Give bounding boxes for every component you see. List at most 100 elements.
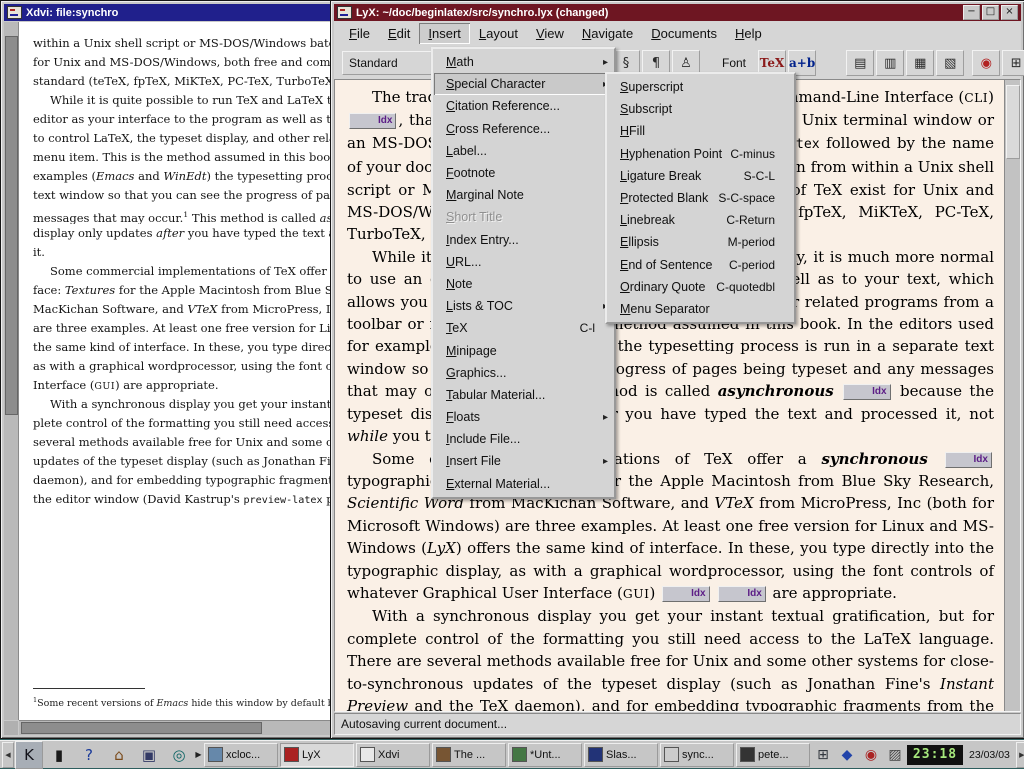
panel-hide-left-button[interactable]: ◀: [2, 742, 14, 768]
insert-menu-item-special-character[interactable]: Special Character▸: [434, 73, 613, 95]
text-segment: editor as your interface to the program …: [33, 112, 334, 126]
text-segment: text window so that you can see the prog…: [33, 188, 334, 202]
text-segment: the same kind of interface. In these, yo…: [33, 340, 334, 354]
task-button-pete[interactable]: pete...: [736, 743, 810, 767]
menubar-item-edit[interactable]: Edit: [379, 23, 419, 44]
special-char-item-superscript[interactable]: Superscript: [608, 76, 793, 98]
xdvi-window: Xdvi: file:synchro within a Unix shell s…: [0, 0, 335, 739]
insert-menu-item-index-entry[interactable]: Index Entry...: [434, 229, 613, 251]
menubar-item-navigate[interactable]: Navigate: [573, 23, 642, 44]
xdvi-horizontal-scrollbar[interactable]: [19, 720, 334, 735]
special-char-item-ordinary-quote[interactable]: Ordinary QuoteC-quotedbl: [608, 276, 793, 298]
minimize-button[interactable]: −: [963, 5, 980, 20]
kcontrol-icon[interactable]: ▣: [135, 741, 163, 769]
maximize-button[interactable]: □: [982, 5, 999, 20]
increase-depth-icon[interactable]: ▦: [906, 50, 934, 76]
special-char-item-protected-blank[interactable]: Protected BlankS-C-space: [608, 187, 793, 209]
insert-menu-item-citation-reference[interactable]: Citation Reference...: [434, 95, 613, 117]
special-char-item-menu-separator[interactable]: Menu Separator: [608, 298, 793, 320]
task-button-xdvi[interactable]: Xdvi: [356, 743, 430, 767]
home-icon[interactable]: ⌂: [105, 741, 133, 769]
menubar-item-documents[interactable]: Documents: [642, 23, 726, 44]
clock-date[interactable]: 23/03/03: [969, 749, 1010, 761]
document-scrollbar[interactable]: [1004, 80, 1020, 711]
document-scroll-thumb[interactable]: [1006, 85, 1020, 159]
decrease-depth-icon[interactable]: ▧: [936, 50, 964, 76]
task-button-sync[interactable]: sync...: [660, 743, 734, 767]
insert-menu-item-lists-toc[interactable]: Lists & TOC▸: [434, 295, 613, 317]
menubar-item-layout[interactable]: Layout: [470, 23, 527, 44]
panel-hide-right-button[interactable]: ▶: [1016, 742, 1024, 768]
insert-menu-item-floats[interactable]: Floats▸: [434, 406, 613, 428]
insert-menu-item-footnote[interactable]: Footnote: [434, 162, 613, 184]
menu-item-label: Include File...: [446, 432, 520, 446]
insert-menu-item-tabular-material[interactable]: Tabular Material...: [434, 384, 613, 406]
menubar-item-view[interactable]: View: [527, 23, 573, 44]
text-segment: GUI: [94, 381, 115, 392]
menu-item-label: Footnote: [446, 166, 495, 180]
task-button-unt[interactable]: *Unt...: [508, 743, 582, 767]
menubar-item-help[interactable]: Help: [726, 23, 771, 44]
special-char-item-hyphenation-point[interactable]: Hyphenation PointC-minus: [608, 143, 793, 165]
insert-menu-item-insert-file[interactable]: Insert File▸: [434, 450, 613, 472]
task-button-the[interactable]: The ...: [432, 743, 506, 767]
insert-menu-item-include-file[interactable]: Include File...: [434, 428, 613, 450]
pager-applet[interactable]: ⊞: [811, 743, 835, 767]
klipper-icon[interactable]: ▨: [883, 743, 907, 767]
menu-label: Navigate: [582, 26, 633, 41]
insert-menu-item-label[interactable]: Label...: [434, 140, 613, 162]
insert-menu-item-note[interactable]: Note: [434, 273, 613, 295]
xdvi-horizontal-scroll-thumb[interactable]: [21, 722, 262, 734]
idx-badge[interactable]: Idx: [718, 586, 765, 602]
special-char-item-ligature-break[interactable]: Ligature BreakS-C-L: [608, 165, 793, 187]
idx-badge[interactable]: Idx: [843, 384, 890, 400]
kmenu-icon[interactable]: K: [15, 741, 43, 769]
xdvi-vertical-scrollbar[interactable]: [4, 22, 19, 720]
insert-menu-item-minipage[interactable]: Minipage: [434, 339, 613, 361]
menu-item-label: Cross Reference...: [446, 122, 550, 136]
special-char-item-linebreak[interactable]: LinebreakC-Return: [608, 209, 793, 231]
xdvi-vertical-scroll-thumb[interactable]: [5, 36, 18, 415]
idx-badge[interactable]: Idx: [662, 586, 709, 602]
lyx-menubar: FileEditInsertLayoutView Navigate Document…: [334, 21, 1021, 47]
menubar-item-file[interactable]: File: [340, 23, 379, 44]
task-button-slas[interactable]: Slas...: [584, 743, 658, 767]
enumerate-icon[interactable]: ▥: [876, 50, 904, 76]
menubar-item-insert[interactable]: Insert: [419, 23, 470, 44]
lock-icon[interactable]: ◆: [835, 743, 859, 767]
task-button-xcloc[interactable]: xcloc...: [204, 743, 278, 767]
insert-menu-item-external-material[interactable]: External Material...: [434, 473, 613, 495]
insert-table-icon[interactable]: ⊞: [1002, 50, 1024, 76]
konsole-icon[interactable]: ▮: [45, 741, 73, 769]
xdvi-window-icon[interactable]: [7, 6, 22, 19]
close-button[interactable]: ×: [1001, 5, 1018, 20]
lyx-titlebar[interactable]: LyX: ~/doc/beginlatex/src/synchro.lyx (c…: [334, 4, 1021, 21]
insert-menu-item-graphics[interactable]: Graphics...: [434, 362, 613, 384]
task-button-lyx[interactable]: LyX: [280, 743, 354, 767]
insert-menu-item-tex[interactable]: TeXC-l: [434, 317, 613, 339]
special-char-item-hfill[interactable]: HFill: [608, 120, 793, 142]
special-char-item-end-of-sentence[interactable]: End of SentenceC-period: [608, 254, 793, 276]
insert-menu-item-url[interactable]: URL...: [434, 251, 613, 273]
layout-combo-value: Standard: [349, 56, 398, 70]
idx-badge[interactable]: Idx: [945, 452, 992, 468]
text-segment: messages that may occur.: [33, 211, 183, 224]
itemize-icon[interactable]: ▤: [846, 50, 874, 76]
special-char-item-ellipsis[interactable]: EllipsisM-period: [608, 231, 793, 253]
menu-item-label: Protected Blank: [620, 191, 708, 205]
help-icon[interactable]: ?: [75, 741, 103, 769]
idx-badge[interactable]: Idx: [349, 113, 396, 129]
xdvi-titlebar[interactable]: Xdvi: file:synchro: [4, 4, 331, 21]
insert-menu-item-marginal-note[interactable]: Marginal Note: [434, 184, 613, 206]
taskbar-handle-icon[interactable]: ▶: [194, 743, 203, 767]
konqueror-icon[interactable]: ◎: [165, 741, 193, 769]
text-segment: preview-latex: [243, 495, 322, 506]
lyx-window-icon[interactable]: [337, 6, 352, 19]
marginpar-icon[interactable]: ◉: [972, 50, 1000, 76]
insert-menu-item-math[interactable]: Math▸: [434, 51, 613, 73]
insert-menu-item-cross-reference[interactable]: Cross Reference...: [434, 118, 613, 140]
digital-clock[interactable]: 23:18: [907, 745, 963, 765]
power-icon[interactable]: ◉: [859, 743, 883, 767]
special-char-item-subscript[interactable]: Subscript: [608, 98, 793, 120]
menu-item-label: Linebreak: [620, 213, 675, 227]
